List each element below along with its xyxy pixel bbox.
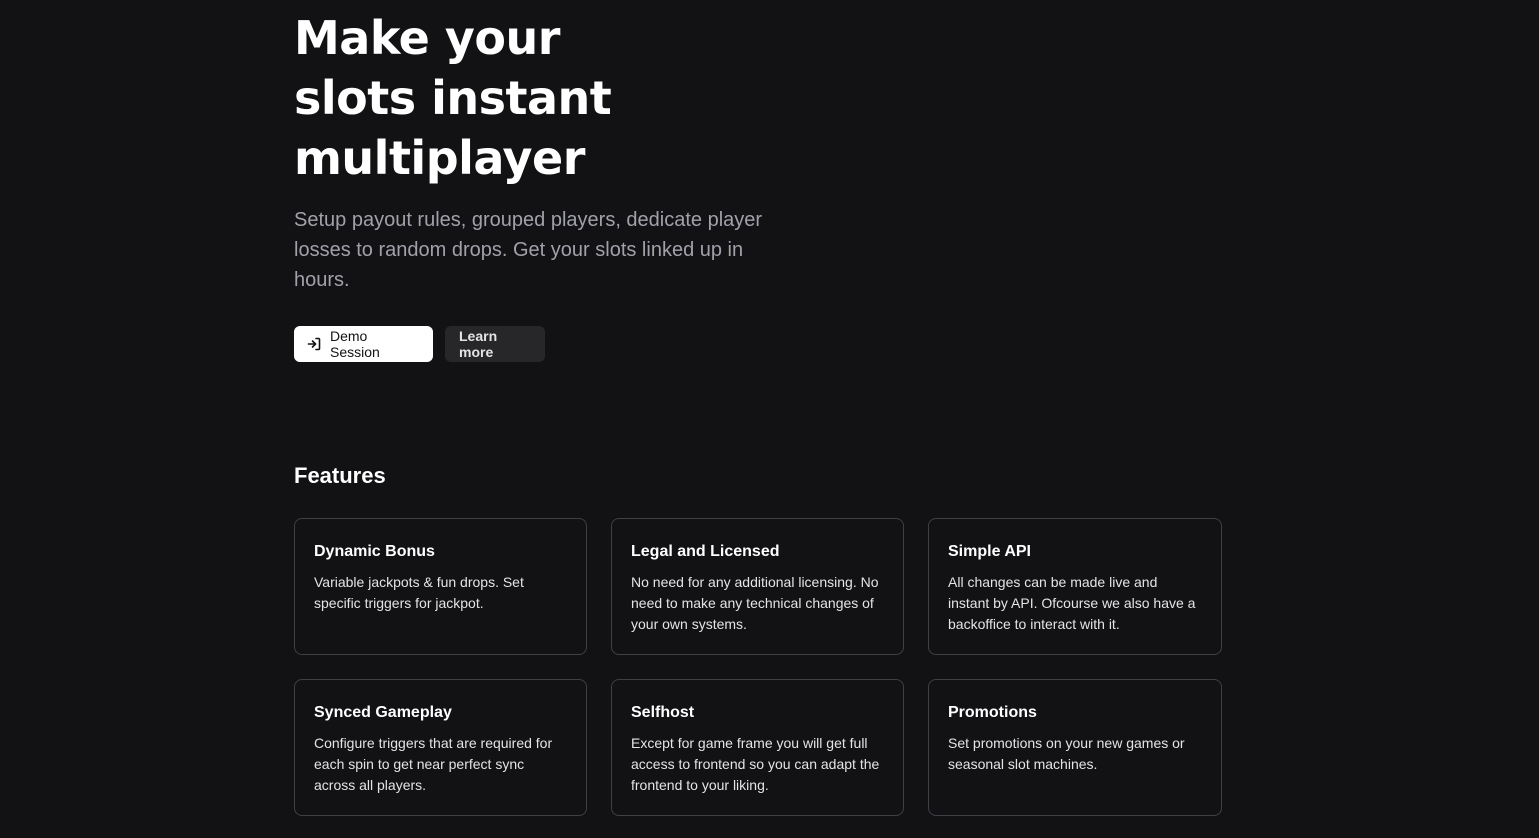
feature-description: Except for game frame you will get full … xyxy=(631,735,880,793)
demo-session-label: Demo Session xyxy=(330,328,380,360)
feature-title: Dynamic Bonus xyxy=(314,543,435,560)
learn-more-label: Learn more xyxy=(459,328,498,360)
feature-title: Simple API xyxy=(948,543,1031,560)
feature-card: Legal and Licensed No need for any addit… xyxy=(611,518,904,655)
feature-card: Dynamic Bonus Variable jackpots & fun dr… xyxy=(294,518,587,655)
hero-title: Make your slots instant multiplayer xyxy=(294,8,714,188)
feature-card: Simple API All changes can be made live … xyxy=(928,518,1222,655)
learn-more-button[interactable]: Learn more xyxy=(445,326,545,362)
feature-title: Selfhost xyxy=(631,704,695,721)
feature-description: Configure triggers that are required for… xyxy=(314,735,553,793)
landing-page: Make your slots instant multiplayer Setu… xyxy=(0,0,1539,838)
hero-title-line: Make your xyxy=(294,11,560,65)
feature-title: Synced Gameplay xyxy=(314,704,452,721)
feature-description: Set promotions on your new games or seas… xyxy=(948,735,1185,772)
feature-description: Variable jackpots & fun drops. Set speci… xyxy=(314,574,524,611)
login-arrow-icon xyxy=(306,336,322,352)
feature-title: Legal and Licensed xyxy=(631,543,780,560)
features-grid: Dynamic Bonus Variable jackpots & fun dr… xyxy=(294,518,1222,816)
feature-card: Selfhost Except for game frame you will … xyxy=(611,679,904,816)
feature-title: Promotions xyxy=(948,704,1037,721)
demo-session-button[interactable]: Demo Session xyxy=(294,326,433,362)
hero-title-line: multiplayer xyxy=(294,131,585,185)
feature-description: All changes can be made live and instant… xyxy=(948,574,1196,632)
hero-subtitle: Setup payout rules, grouped players, ded… xyxy=(294,209,763,291)
feature-description: No need for any additional licensing. No… xyxy=(631,574,879,632)
feature-card: Synced Gameplay Configure triggers that … xyxy=(294,679,587,816)
features-heading: Features xyxy=(294,463,386,488)
hero-actions: Demo Session Learn more xyxy=(294,326,545,362)
feature-card: Promotions Set promotions on your new ga… xyxy=(928,679,1222,816)
hero-title-line: slots instant xyxy=(294,71,612,125)
